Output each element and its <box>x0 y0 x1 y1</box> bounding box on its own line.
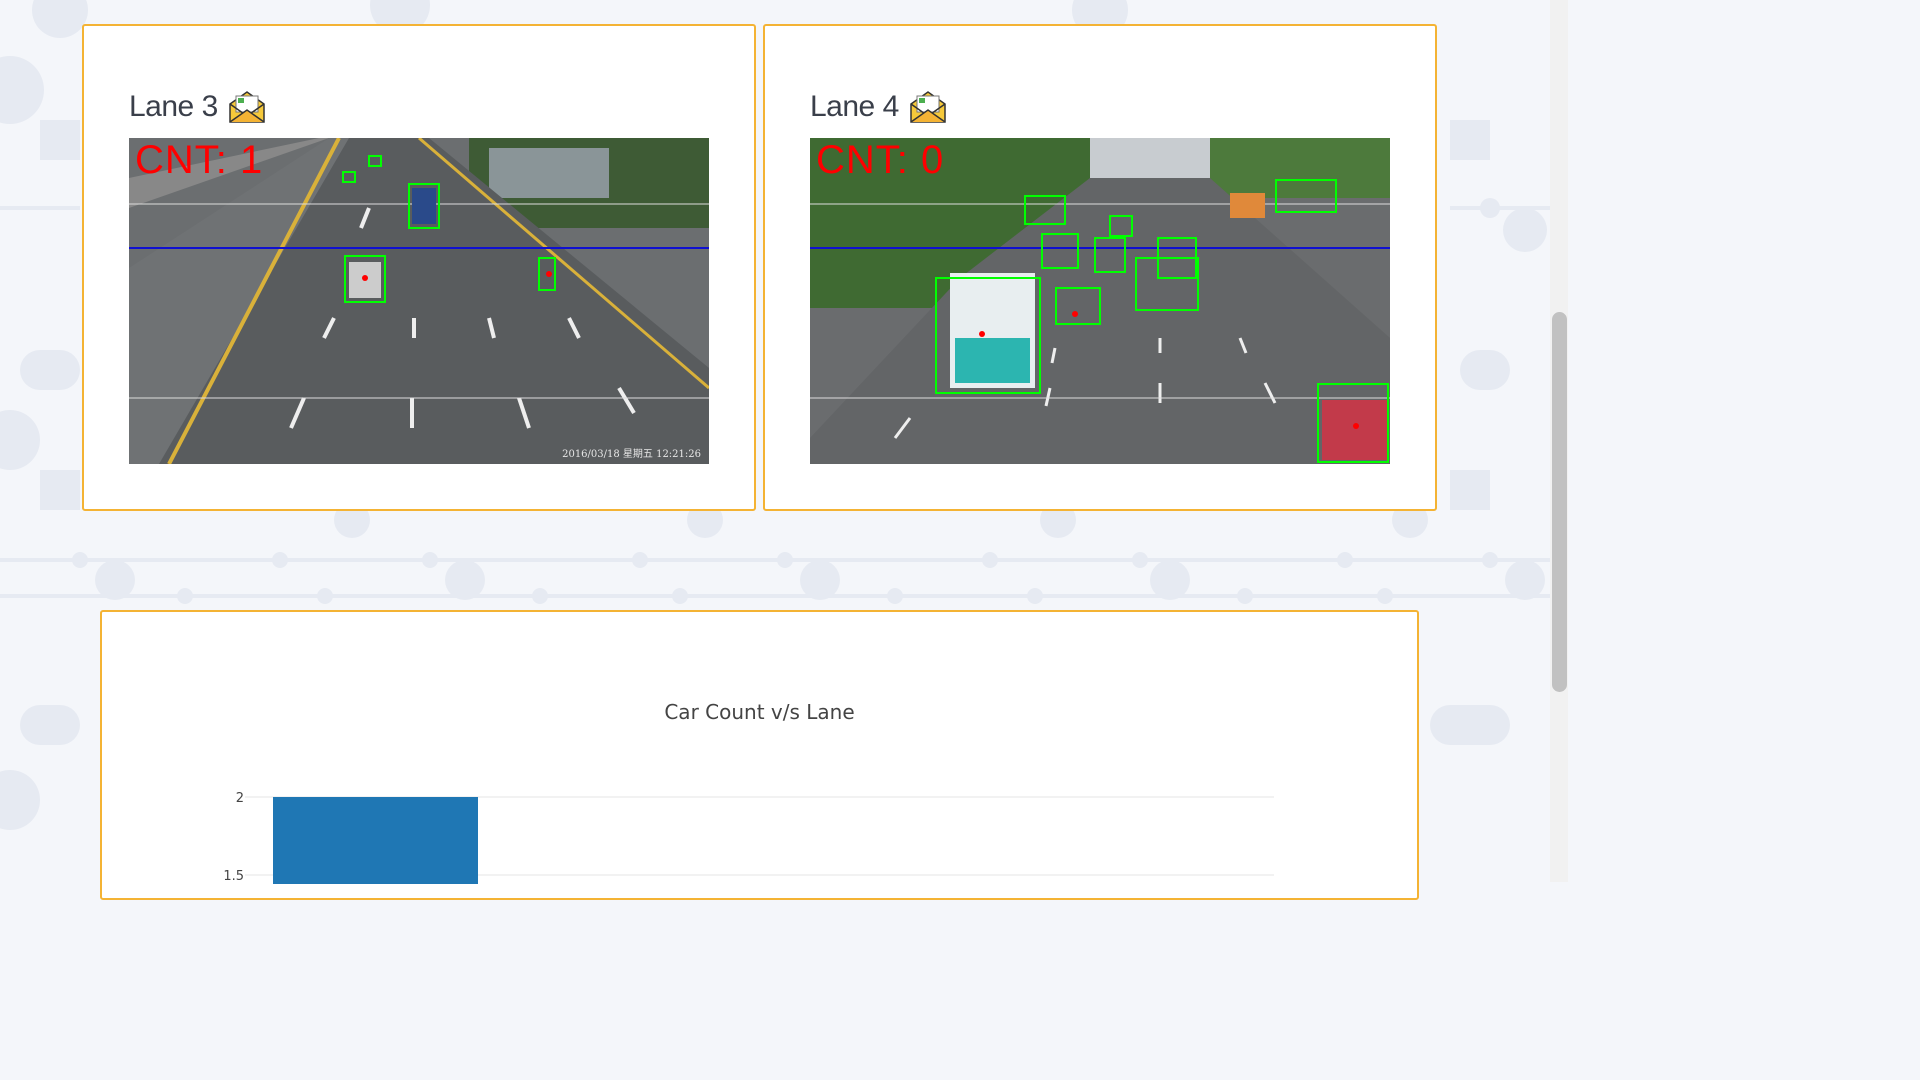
lane-card-3: Lane 3 CNT: 1 2016/03/18 星期五 12:21:26 <box>82 24 756 511</box>
open-envelope-icon <box>228 90 266 124</box>
lane-3-timestamp: 2016/03/18 星期五 12:21:26 <box>562 449 701 460</box>
lane-3-camera-feed: CNT: 1 2016/03/18 星期五 12:21:26 <box>129 138 709 464</box>
lane-3-title: Lane 3 <box>129 90 218 123</box>
lane-4-heading: Lane 4 <box>810 90 947 124</box>
lane-4-camera-feed: CNT: 0 <box>810 138 1390 464</box>
lane-3-count-label: CNT: 1 <box>135 138 264 182</box>
car-count-bar-chart: 2 1.5 <box>223 791 1274 884</box>
y-tick-label: 2 <box>236 791 244 806</box>
lane-4-count-label: CNT: 0 <box>816 138 945 182</box>
lane-3-heading: Lane 3 <box>129 90 266 124</box>
lane-4-title: Lane 4 <box>810 90 899 123</box>
car-count-chart-card: Car Count v/s Lane 2 1.5 <box>100 610 1419 900</box>
lane-card-4: Lane 4 CNT: 0 <box>763 24 1437 511</box>
bar-lane-count <box>273 797 478 884</box>
y-tick-label: 1.5 <box>223 869 244 884</box>
page-scrollbar-thumb[interactable] <box>1552 312 1567 692</box>
open-envelope-icon <box>909 90 947 124</box>
